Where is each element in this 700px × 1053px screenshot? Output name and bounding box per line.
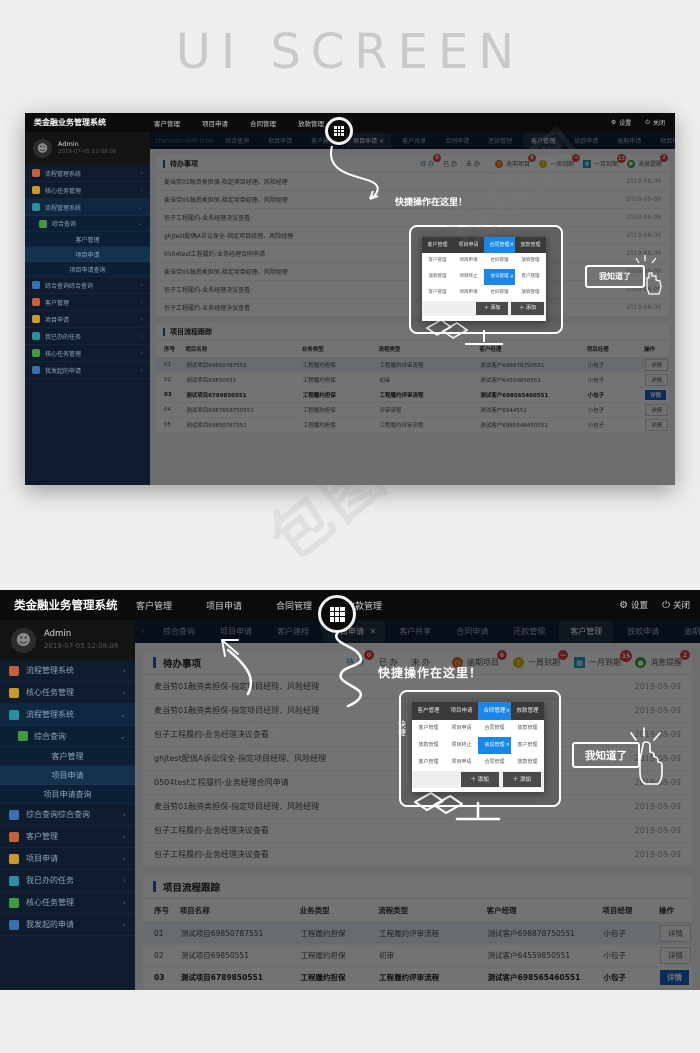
app-window-preview-small: 类金融业务管理系统 客户管理 项目申请 合同管理 放款管理 ⚙ 设置 ⏻ 关闭 …: [25, 113, 675, 485]
page-title: UI SCREEN: [175, 24, 525, 80]
guide-overlay-small: 快捷操作在这里！ 客户管理 项目申请 合同管理 × 放款管理 客户管理 项目申请 …: [25, 113, 675, 485]
hand-cursor-icon: [630, 727, 663, 785]
hand-cursor-icon: [635, 255, 662, 295]
app-window-main: 类金融业务管理系统 客户管理 项目申请 合同管理 放款管理 ⚙ 设置 ⏻ 关闭 …: [0, 590, 700, 990]
guide-overlay: 快捷操作在这里！ 快捷 客户管理 项目申请 合同管理 × 放款管理 客户管理 项目…: [0, 590, 700, 990]
